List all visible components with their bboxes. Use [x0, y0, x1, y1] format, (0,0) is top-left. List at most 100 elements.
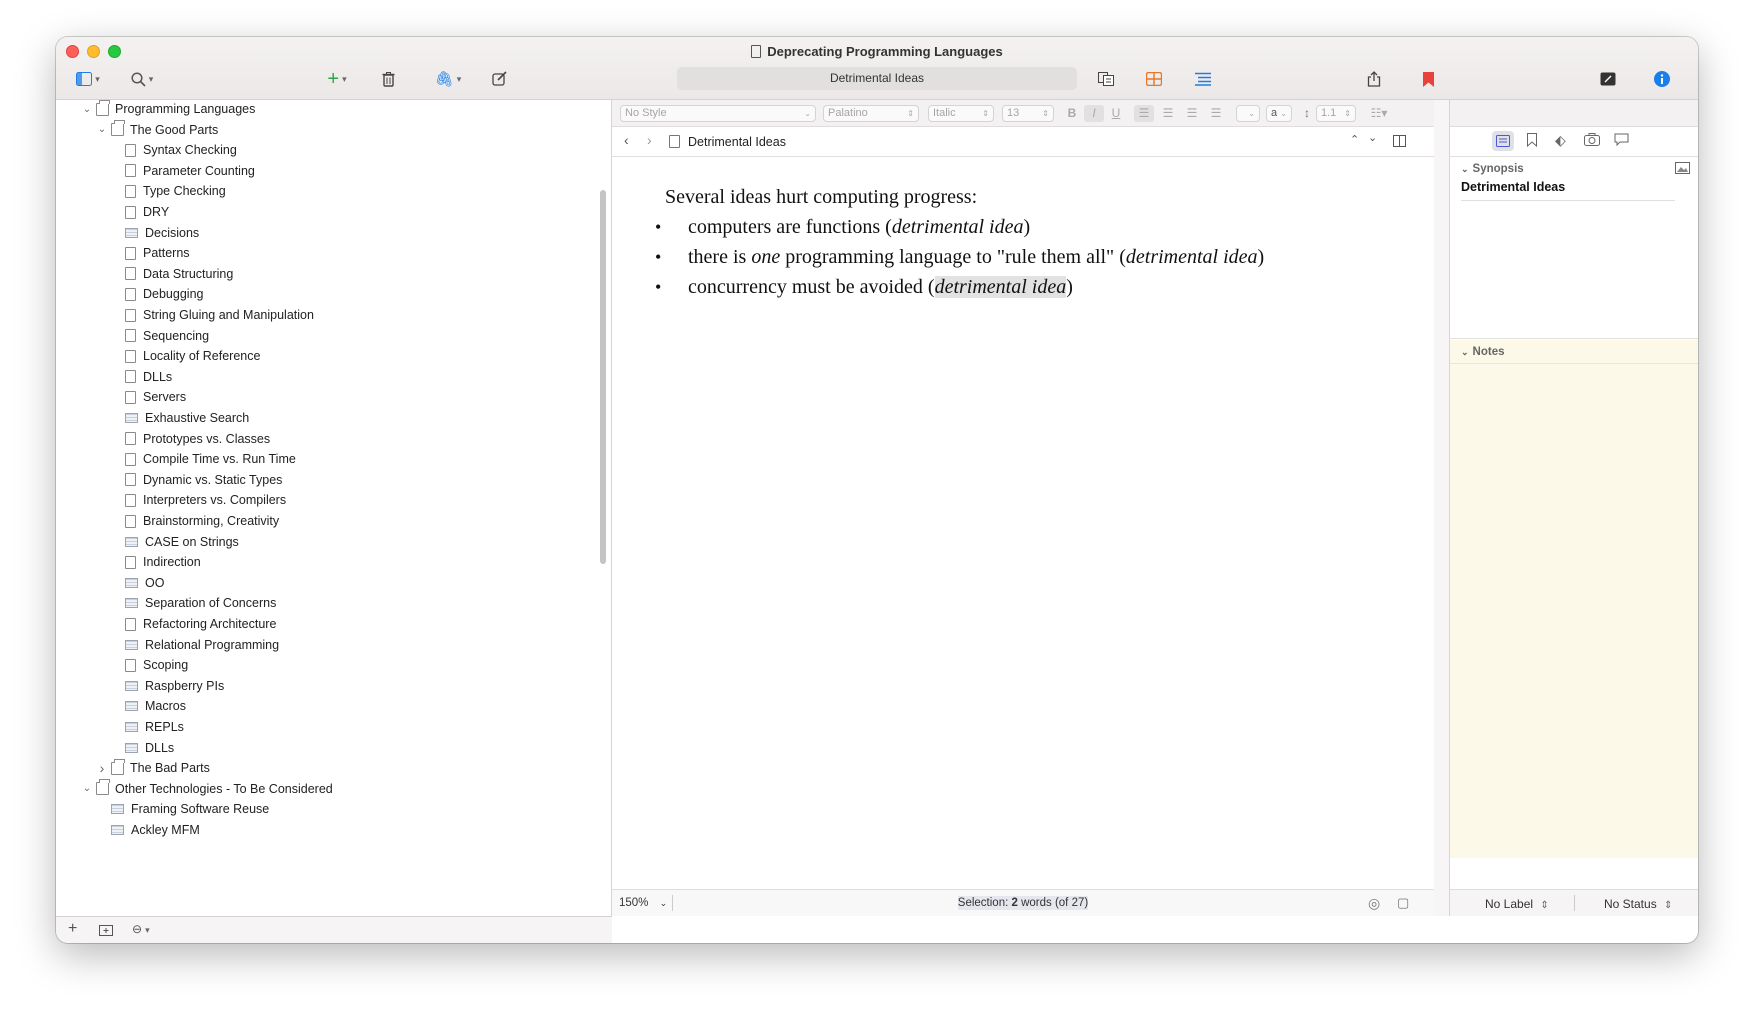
binder-item[interactable]: ⌄ The Good Parts [95, 119, 218, 141]
font-family-select[interactable]: Palatino ⇕ [823, 105, 919, 122]
line-spacing-select[interactable]: 1.1 ⇕ [1316, 105, 1356, 122]
add-document-button[interactable]: + [68, 920, 77, 938]
chevron-down-icon[interactable]: ⌄ [80, 783, 94, 794]
binder-item[interactable]: Raspberry PIs [109, 675, 224, 697]
binder-item[interactable]: Debugging [109, 283, 203, 305]
binder-item[interactable]: Patterns [109, 242, 190, 264]
binder-item[interactable]: Dynamic vs. Static Types [109, 469, 282, 491]
binder-item[interactable]: REPLs [109, 716, 184, 738]
binder-item[interactable]: CASE on Strings [109, 531, 239, 553]
inspector-toggle-button[interactable] [1650, 67, 1674, 91]
underline-button[interactable]: U [1108, 105, 1124, 122]
binder-item[interactable]: Interpreters vs. Compilers [109, 489, 286, 511]
align-right-button[interactable]: ☰ [1182, 105, 1202, 122]
tab-snapshots[interactable] [1584, 133, 1600, 149]
binder-item[interactable]: Compile Time vs. Run Time [109, 448, 296, 470]
target-button[interactable]: ◎ [1368, 895, 1380, 912]
notes-area[interactable] [1450, 340, 1698, 858]
binder-item[interactable]: Type Checking [109, 180, 226, 202]
binder-item[interactable]: DLLs [109, 366, 172, 388]
compose-mode-button[interactable] [1596, 67, 1620, 91]
bullet-text: ) [1257, 246, 1265, 268]
binder-item[interactable]: › The Bad Parts [95, 757, 210, 779]
binder-item[interactable]: Prototypes vs. Classes [109, 428, 270, 450]
chevron-right-icon[interactable]: › [95, 760, 109, 776]
binder-item[interactable]: Separation of Concerns [109, 592, 276, 614]
chevron-down-icon[interactable]: ⌄ [95, 124, 109, 135]
binder-item[interactable]: ⌄ Other Technologies - To Be Considered [80, 778, 333, 800]
binder-item[interactable]: Indirection [109, 551, 201, 573]
binder-item[interactable]: Macros [109, 695, 186, 717]
synopsis-title[interactable]: Detrimental Ideas [1461, 180, 1675, 201]
binder-item[interactable]: Parameter Counting [109, 160, 255, 182]
tab-bookmarks[interactable] [1527, 133, 1537, 150]
text-editor[interactable]: Several ideas hurt computing progress: c… [612, 157, 1434, 889]
binder-item[interactable]: String Gluing and Manipulation [109, 304, 314, 326]
align-center-button[interactable]: ☰ [1158, 105, 1178, 122]
compose-button[interactable] [488, 67, 512, 91]
corkboard-button[interactable] [1142, 67, 1166, 91]
font-size-select[interactable]: 13 ⇕ [1002, 105, 1054, 122]
italic-button[interactable]: I [1084, 105, 1104, 122]
notes-label: Notes [1472, 346, 1505, 358]
sidebar-toggle-button[interactable]: ▾ [70, 67, 106, 91]
list-style-select[interactable]: ☷▾ [1364, 105, 1394, 122]
binder-item-label: Indirection [143, 555, 201, 570]
binder-item[interactable]: Framing Software Reuse [95, 798, 269, 820]
binder-item[interactable]: Refactoring Architecture [109, 613, 276, 635]
add-item-button[interactable]: + ▾ [319, 67, 355, 91]
binder-item[interactable]: Brainstorming, Creativity [109, 510, 279, 532]
align-left-button[interactable]: ☰ [1134, 105, 1154, 122]
search-button[interactable]: ▾ [124, 67, 160, 91]
text-color-select[interactable]: ⌄ [1236, 105, 1260, 122]
binder-item[interactable]: Sequencing [109, 325, 209, 347]
navigate-back-button[interactable]: ‹ [624, 132, 629, 148]
outliner-button[interactable] [1191, 67, 1215, 91]
add-folder-button[interactable] [99, 923, 113, 939]
document-search-field[interactable]: Detrimental Ideas [677, 67, 1077, 90]
binder-scrollbar[interactable] [600, 190, 606, 564]
attach-button[interactable]: 🖇 ▾ [430, 67, 466, 91]
binder-item[interactable]: DLLs [109, 737, 174, 759]
chevron-down-icon[interactable]: ⌄ [80, 104, 94, 115]
bold-button[interactable]: B [1064, 105, 1080, 122]
tab-notes[interactable] [1492, 131, 1514, 151]
document-body[interactable]: Several ideas hurt computing progress: c… [655, 182, 1265, 302]
binder-item[interactable]: Ackley MFM [95, 819, 200, 841]
bookmark-button[interactable] [1416, 67, 1440, 91]
binder-item[interactable]: Syntax Checking [109, 139, 237, 161]
previous-document-button[interactable]: ⌃ [1350, 133, 1359, 146]
highlight-color-select[interactable]: a ⌄ [1266, 105, 1292, 122]
chevron-right-icon: › [647, 132, 652, 148]
synopsis-image-button[interactable] [1675, 162, 1690, 177]
share-button[interactable] [1362, 67, 1386, 91]
binder-item[interactable]: Relational Programming [109, 634, 279, 656]
binder-item[interactable]: Decisions [109, 222, 199, 244]
binder-item[interactable]: Scoping [109, 654, 188, 676]
composition-view-button[interactable] [1094, 67, 1118, 91]
navigate-forward-button[interactable]: › [647, 132, 652, 148]
status-select[interactable]: No Status ⇕ [1604, 897, 1672, 911]
binder-item[interactable]: Data Structuring [109, 263, 233, 285]
justify-button[interactable]: ☰ [1206, 105, 1226, 122]
binder-item[interactable]: DRY [109, 201, 169, 223]
tab-comments[interactable] [1614, 133, 1629, 149]
typeface-select[interactable]: Italic ⇕ [928, 105, 994, 122]
binder-item[interactable]: Locality of Reference [109, 345, 260, 367]
tab-metadata[interactable]: ⬖ [1555, 132, 1566, 149]
split-editor-button[interactable] [1393, 135, 1406, 150]
notes-header[interactable]: ⌄ Notes [1450, 340, 1698, 364]
footnote-button[interactable]: ▢ [1397, 895, 1409, 911]
next-document-button[interactable]: ⌄ [1368, 131, 1377, 144]
binder-actions-menu[interactable]: ⊖ ▾ [132, 922, 150, 936]
editor-gutter [1434, 100, 1449, 916]
binder-item[interactable]: OO [109, 572, 164, 594]
document-icon [125, 308, 136, 322]
label-select[interactable]: No Label ⇕ [1485, 897, 1549, 911]
binder-item[interactable]: ⌄ Programming Languages [80, 100, 255, 120]
trash-button[interactable] [376, 67, 400, 91]
binder-item[interactable]: Exhaustive Search [109, 407, 249, 429]
synopsis-header[interactable]: ⌄ Synopsis [1450, 157, 1698, 181]
binder-item[interactable]: Servers [109, 386, 186, 408]
paragraph-style-select[interactable]: No Style ⌄ [620, 105, 816, 122]
